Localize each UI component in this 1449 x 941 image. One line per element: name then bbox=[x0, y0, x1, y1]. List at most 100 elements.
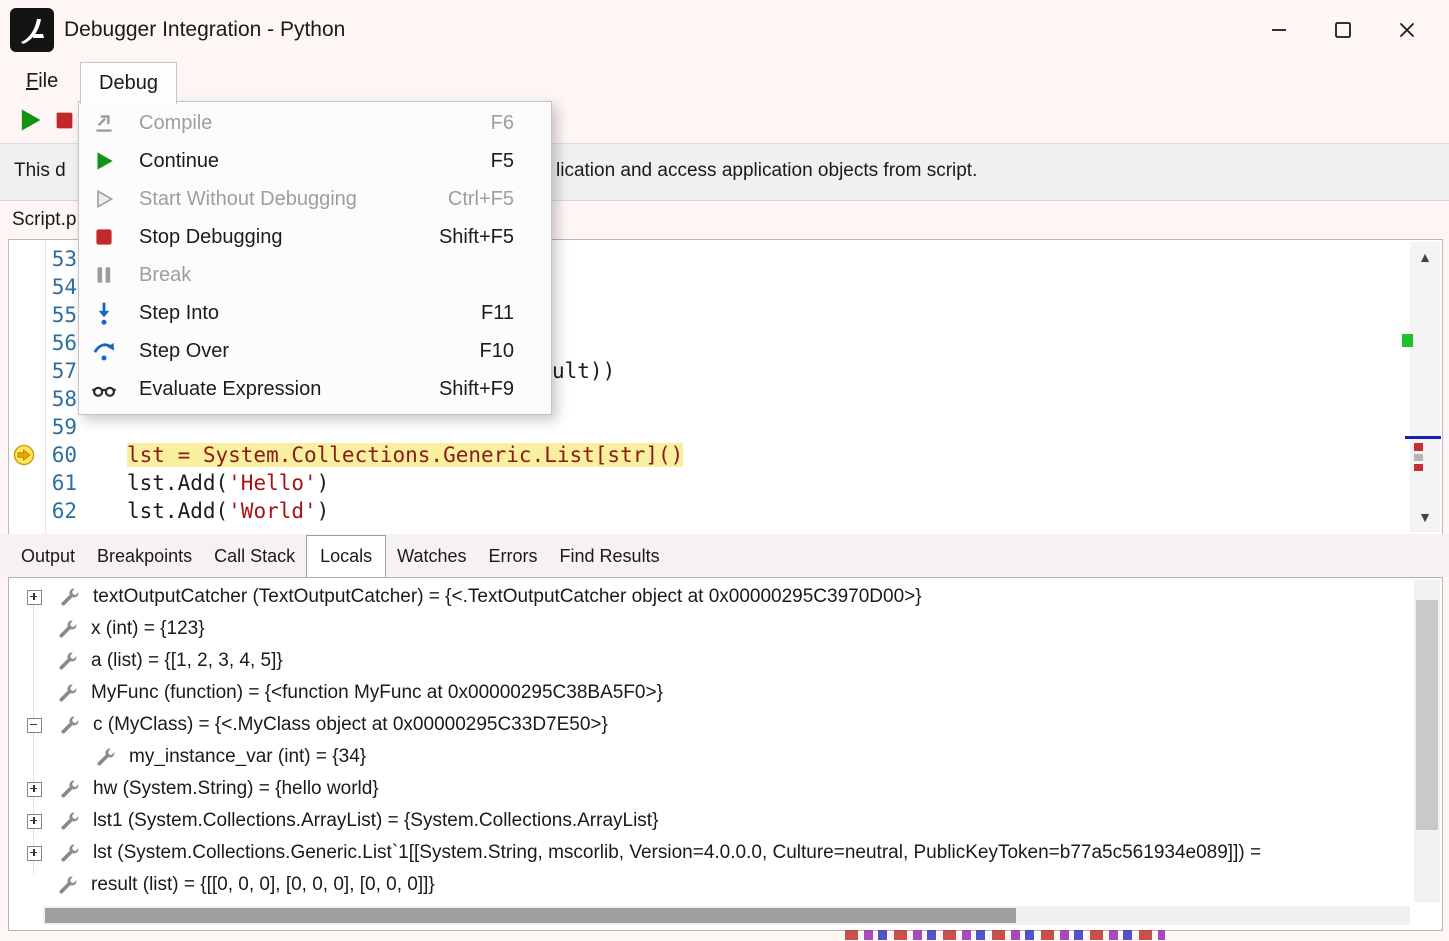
menu-item-shortcut: F10 bbox=[480, 340, 514, 363]
code-line[interactable]: 62lst.Add('World') bbox=[9, 497, 1408, 525]
expand-plus-icon[interactable] bbox=[27, 814, 42, 829]
menu-item-evaluate-expression[interactable]: Evaluate ExpressionShift+F9 bbox=[79, 370, 551, 408]
minimize-icon bbox=[1268, 19, 1290, 41]
menu-item-break[interactable]: Break bbox=[79, 256, 551, 294]
current-line-highlight: lst = System.Collections.Generic.List[st… bbox=[127, 443, 683, 467]
locals-row[interactable]: textOutputCatcher (TextOutputCatcher) = … bbox=[9, 581, 1412, 613]
menu-item-label: Evaluate Expression bbox=[139, 378, 321, 401]
locals-row[interactable]: c (MyClass) = {<.MyClass object at 0x000… bbox=[9, 709, 1412, 741]
menu-item-shortcut: F6 bbox=[491, 112, 514, 135]
evaluate-expression-icon bbox=[91, 376, 117, 402]
menu-debug-label: Debug bbox=[99, 72, 158, 94]
menu-item-label: Step Over bbox=[139, 340, 229, 363]
menu-item-label: Continue bbox=[139, 150, 219, 173]
continue-icon bbox=[91, 148, 117, 174]
menu-item-shortcut: F11 bbox=[481, 302, 514, 325]
tab-output[interactable]: Output bbox=[10, 537, 86, 577]
code-line[interactable]: 59 bbox=[9, 413, 1408, 441]
menu-item-continue[interactable]: Continue F5 bbox=[79, 142, 551, 180]
menu-item-step-into[interactable]: Step Into F11 bbox=[79, 294, 551, 332]
menu-file[interactable]: File bbox=[14, 62, 70, 100]
run-button[interactable] bbox=[16, 106, 44, 134]
locals-row[interactable]: x (int) = {123} bbox=[9, 613, 1412, 645]
close-button[interactable] bbox=[1375, 0, 1439, 60]
expand-plus-icon[interactable] bbox=[27, 846, 42, 861]
tab-locals[interactable]: Locals bbox=[306, 535, 386, 578]
caret-position-marker bbox=[1405, 436, 1441, 439]
menu-debug[interactable]: Debug bbox=[80, 62, 177, 104]
scrollbar-thumb[interactable] bbox=[1416, 600, 1438, 830]
locals-horizontal-scrollbar[interactable] bbox=[43, 906, 1410, 925]
variable-wrench-icon bbox=[59, 842, 81, 864]
scroll-down-icon[interactable]: ▼ bbox=[1410, 502, 1440, 532]
editor-vertical-scrollbar[interactable]: ▲ ▼ bbox=[1410, 242, 1440, 532]
menu-item-shortcut: Shift+F5 bbox=[439, 226, 514, 249]
minimize-button[interactable] bbox=[1247, 0, 1311, 60]
variable-text: textOutputCatcher (TextOutputCatcher) = … bbox=[93, 586, 922, 608]
code-segment: 'World' bbox=[228, 499, 317, 523]
code-segment: 'Hello' bbox=[228, 471, 317, 495]
locals-panel: textOutputCatcher (TextOutputCatcher) = … bbox=[8, 577, 1443, 931]
tab-call-stack[interactable]: Call Stack bbox=[203, 537, 306, 577]
locals-row[interactable]: a (list) = {[1, 2, 3, 4, 5]} bbox=[9, 645, 1412, 677]
line-number: 56 bbox=[37, 329, 77, 357]
variable-wrench-icon bbox=[57, 682, 79, 704]
app-logo bbox=[10, 8, 54, 52]
menu-item-label: Compile bbox=[139, 112, 212, 135]
variable-text: c (MyClass) = {<.MyClass object at 0x000… bbox=[93, 714, 608, 736]
expand-plus-icon[interactable] bbox=[27, 782, 42, 797]
step-over-icon bbox=[91, 338, 117, 364]
breakpoint-marker bbox=[1414, 443, 1423, 451]
locals-row[interactable]: hw (System.String) = {hello world} bbox=[9, 773, 1412, 805]
locals-row[interactable]: lst1 (System.Collections.ArrayList) = {S… bbox=[9, 805, 1412, 837]
collapse-minus-icon[interactable] bbox=[27, 718, 42, 733]
scroll-up-icon[interactable]: ▲ bbox=[1410, 242, 1440, 272]
variable-wrench-icon bbox=[57, 874, 79, 896]
line-number: 60 bbox=[37, 441, 77, 469]
menu-item-compile[interactable]: Compile F6 bbox=[79, 104, 551, 142]
tab-errors[interactable]: Errors bbox=[478, 537, 549, 577]
code-segment: ) bbox=[317, 471, 330, 495]
code-text: lst.Add('Hello') bbox=[127, 469, 329, 497]
variable-wrench-icon bbox=[57, 650, 79, 672]
code-fragment: ult)) bbox=[552, 357, 615, 385]
code-line[interactable]: 60 lst = System.Collections.Generic.List[… bbox=[9, 441, 1408, 469]
menu-item-step-over[interactable]: Step Over F10 bbox=[79, 332, 551, 370]
menu-item-label: Step Into bbox=[139, 302, 219, 325]
code-segment: lst = System.Collections.Generic.List[st… bbox=[127, 443, 683, 467]
menu-item-start-without-debugging[interactable]: Start Without DebuggingCtrl+F5 bbox=[79, 180, 551, 218]
variable-text: x (int) = {123} bbox=[91, 618, 205, 640]
step-into-icon bbox=[91, 300, 117, 326]
variable-wrench-icon bbox=[95, 746, 117, 768]
code-segment: ) bbox=[317, 499, 330, 523]
tab-watches[interactable]: Watches bbox=[386, 537, 477, 577]
close-icon bbox=[1396, 19, 1418, 41]
tab-find-results[interactable]: Find Results bbox=[549, 537, 671, 577]
locals-row[interactable]: lst (System.Collections.Generic.List`1[[… bbox=[9, 837, 1412, 869]
code-line[interactable]: 61lst.Add('Hello') bbox=[9, 469, 1408, 497]
variable-text: a (list) = {[1, 2, 3, 4, 5]} bbox=[91, 650, 283, 672]
code-text: lst = System.Collections.Generic.List[st… bbox=[127, 441, 683, 469]
maximize-button[interactable] bbox=[1311, 0, 1375, 60]
variable-wrench-icon bbox=[57, 618, 79, 640]
script-file-tab[interactable]: Script.p bbox=[12, 203, 76, 237]
variable-wrench-icon bbox=[59, 810, 81, 832]
app-window: Debugger Integration - Python File Debug… bbox=[0, 0, 1449, 941]
compile-icon bbox=[91, 110, 117, 136]
locals-row[interactable]: result (list) = {[[0, 0, 0], [0, 0, 0], … bbox=[9, 869, 1412, 901]
locals-row[interactable]: MyFunc (function) = {<function MyFunc at… bbox=[9, 677, 1412, 709]
variable-wrench-icon bbox=[59, 714, 81, 736]
expand-plus-icon[interactable] bbox=[27, 590, 42, 605]
maximize-icon bbox=[1332, 19, 1354, 41]
variable-wrench-icon bbox=[59, 778, 81, 800]
locals-vertical-scrollbar[interactable] bbox=[1414, 580, 1440, 902]
menu-item-stop-debugging[interactable]: Stop DebuggingShift+F5 bbox=[79, 218, 551, 256]
code-text: lst.Add('World') bbox=[127, 497, 329, 525]
stop-button[interactable] bbox=[54, 110, 75, 131]
scrollbar-thumb[interactable] bbox=[45, 908, 1016, 923]
tab-breakpoints[interactable]: Breakpoints bbox=[86, 537, 203, 577]
window-title: Debugger Integration - Python bbox=[64, 0, 345, 60]
menu-item-shortcut: F5 bbox=[491, 150, 514, 173]
locals-row[interactable]: my_instance_var (int) = {34} bbox=[9, 741, 1412, 773]
code-segment: lst.Add( bbox=[127, 499, 228, 523]
